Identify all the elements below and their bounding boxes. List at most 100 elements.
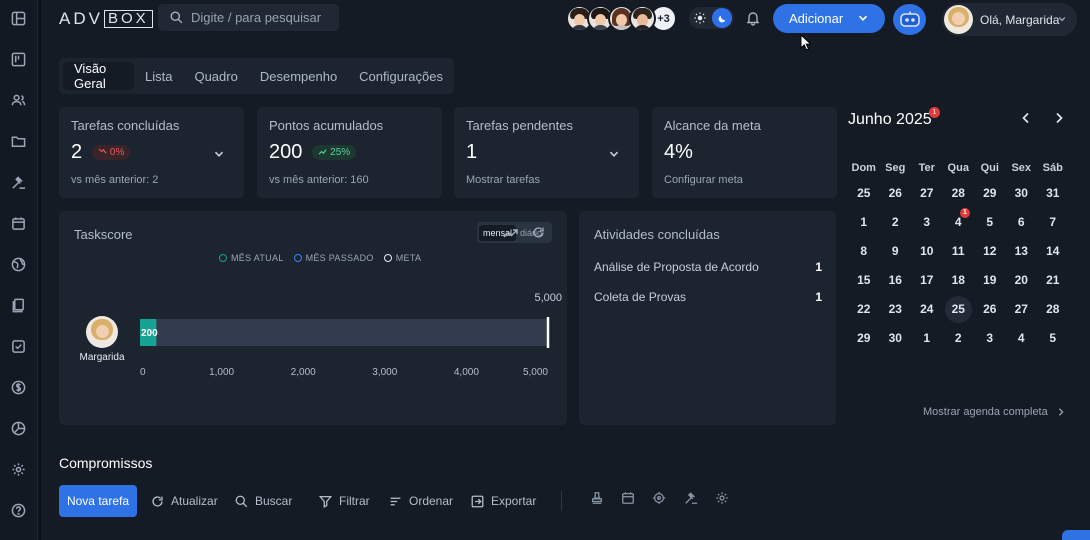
show-tasks-link[interactable]: Mostrar tarefas — [466, 174, 540, 186]
help-icon[interactable] — [10, 502, 26, 518]
team-avatars[interactable]: +3 — [566, 5, 677, 32]
calendar-day-number: 19 — [983, 273, 997, 287]
users-icon[interactable] — [10, 92, 26, 108]
search-bar[interactable] — [158, 4, 339, 31]
bell-icon[interactable] — [745, 10, 761, 26]
calendar-day[interactable]: 3 — [911, 208, 943, 237]
export-button[interactable]: Exportar — [471, 494, 536, 508]
calendar-day[interactable]: 5 — [1037, 324, 1069, 353]
list-item[interactable]: Análise de Proposta de Acordo 1 — [594, 260, 822, 274]
calendar-day[interactable]: 25 — [943, 295, 975, 324]
calendar-day[interactable]: 25 — [848, 179, 880, 208]
globe-icon[interactable] — [10, 256, 26, 272]
folder-icon[interactable] — [10, 133, 26, 149]
calendar-day[interactable]: 15 — [848, 266, 880, 295]
tab-configuracoes[interactable]: Configurações — [348, 62, 454, 90]
assistant-bot-button[interactable] — [893, 4, 926, 35]
search-button[interactable]: Buscar — [235, 494, 292, 508]
calendar-day[interactable]: 2 — [880, 208, 912, 237]
calendar-day[interactable]: 23 — [880, 295, 912, 324]
user-menu[interactable]: Olá, Margarida — [942, 3, 1077, 36]
calendar-day[interactable]: 26 — [880, 179, 912, 208]
calendar-day[interactable]: 11 — [943, 237, 975, 266]
calendar-icon[interactable] — [10, 215, 26, 231]
calendar-day[interactable]: 12 — [974, 237, 1006, 266]
gavel-icon[interactable] — [10, 174, 26, 190]
calendar-day[interactable]: 17 — [911, 266, 943, 295]
calendar-day[interactable]: 6 — [1006, 208, 1038, 237]
calendar-day[interactable]: 2 — [943, 324, 975, 353]
calendar-day[interactable]: 22 — [848, 295, 880, 324]
tab-visao-geral[interactable]: Visão Geral — [63, 61, 134, 91]
add-button[interactable]: Adicionar — [773, 4, 885, 33]
calendar-day[interactable]: 18 — [943, 266, 975, 295]
calendar-day[interactable]: 26 — [974, 295, 1006, 324]
calendar-tool[interactable] — [621, 491, 635, 505]
chevron-left-icon[interactable] — [1020, 112, 1032, 124]
new-task-button[interactable]: Nova tarefa — [59, 485, 137, 517]
pie-chart-icon[interactable] — [10, 420, 26, 436]
calendar-day[interactable]: 1 — [848, 208, 880, 237]
calendar-day[interactable]: 41 — [943, 208, 975, 237]
refresh-button[interactable]: Atualizar — [151, 494, 218, 508]
checkbox-icon[interactable] — [10, 338, 26, 354]
configure-goal-link[interactable]: Configurar meta — [664, 174, 743, 186]
kanban-icon[interactable] — [10, 51, 26, 67]
chevron-down-icon[interactable] — [214, 149, 224, 159]
calendar-day[interactable]: 1 — [911, 324, 943, 353]
calendar-day-number: 16 — [888, 273, 902, 287]
calendar-day[interactable]: 24 — [911, 295, 943, 324]
calendar-day[interactable]: 27 — [1006, 295, 1038, 324]
chevron-right-icon[interactable] — [1053, 112, 1065, 124]
app-logo[interactable]: ADV BOX — [59, 9, 153, 28]
calendar-day[interactable]: 19 — [974, 266, 1006, 295]
calendar-day[interactable]: 28 — [1037, 295, 1069, 324]
avatar[interactable] — [629, 5, 656, 32]
calendar-day[interactable]: 7 — [1037, 208, 1069, 237]
stamp-tool[interactable] — [590, 491, 604, 505]
layout-icon[interactable] — [10, 10, 26, 26]
calendar-day-number: 2 — [954, 331, 962, 345]
calendar-day[interactable]: 30 — [1006, 179, 1038, 208]
calendar-day[interactable]: 14 — [1037, 237, 1069, 266]
calendar-day[interactable]: 29 — [974, 179, 1006, 208]
calendar-day[interactable]: 27 — [911, 179, 943, 208]
calendar-day[interactable]: 29 — [848, 324, 880, 353]
sort-label: Ordenar — [409, 494, 454, 508]
tab-desempenho[interactable]: Desempenho — [249, 62, 348, 90]
dollar-icon[interactable] — [10, 379, 26, 395]
show-full-agenda-link[interactable]: Mostrar agenda completa — [923, 406, 1066, 418]
calendar-day[interactable]: 30 — [880, 324, 912, 353]
calendar-day[interactable]: 3 — [974, 324, 1006, 353]
calendar-day[interactable]: 5 — [974, 208, 1006, 237]
sort-button[interactable]: Ordenar — [389, 494, 453, 508]
calendar-day[interactable]: 13 — [1006, 237, 1038, 266]
calendar-day[interactable]: 8 — [848, 237, 880, 266]
stat-label: Alcance da meta — [664, 118, 761, 133]
calendar-day[interactable]: 21 — [1037, 266, 1069, 295]
calendar-day-number: 5 — [1049, 331, 1057, 345]
search-input[interactable] — [191, 10, 331, 25]
list-item[interactable]: Coleta de Provas 1 — [594, 290, 822, 304]
calendar-day[interactable]: 31 — [1037, 179, 1069, 208]
calendar-day[interactable]: 16 — [880, 266, 912, 295]
documents-icon[interactable] — [10, 297, 26, 313]
floating-action-edge[interactable] — [1062, 530, 1090, 540]
gavel-tool[interactable] — [684, 491, 698, 505]
calendar-day[interactable]: 20 — [1006, 266, 1038, 295]
filter-button[interactable]: Filtrar — [319, 494, 370, 508]
calendar-day[interactable]: 28 — [943, 179, 975, 208]
chevron-down-icon[interactable] — [858, 13, 868, 23]
tab-lista[interactable]: Lista — [134, 62, 183, 90]
calendar-day[interactable]: 9 — [880, 237, 912, 266]
gear-icon — [716, 492, 728, 504]
theme-toggle[interactable] — [689, 7, 734, 29]
chevron-down-icon[interactable] — [609, 149, 619, 159]
tab-quadro[interactable]: Quadro — [183, 62, 248, 90]
target-tool[interactable] — [652, 491, 666, 505]
calendar-day[interactable]: 4 — [1006, 324, 1038, 353]
calendar-day-number: 13 — [1014, 244, 1028, 258]
calendar-day[interactable]: 10 — [911, 237, 943, 266]
gear-icon[interactable] — [10, 461, 26, 477]
settings-tool[interactable] — [715, 491, 729, 505]
